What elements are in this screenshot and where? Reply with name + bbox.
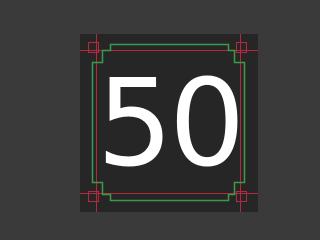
- glyph-value: 50: [96, 55, 246, 194]
- glyph-preview-stage: 50: [0, 0, 320, 240]
